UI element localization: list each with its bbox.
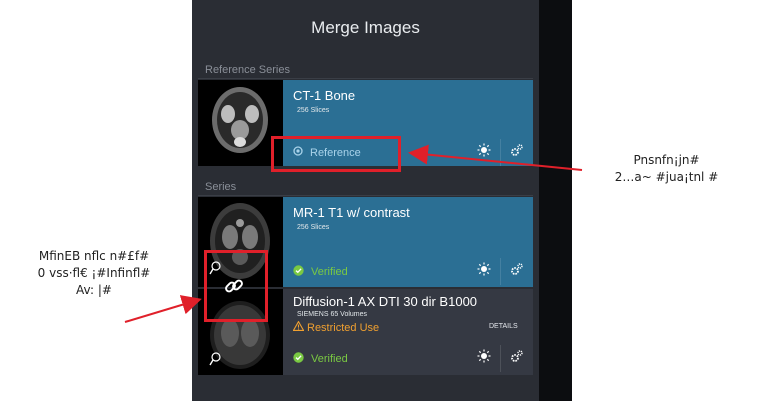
link-callout-arrow xyxy=(124,295,202,323)
right-annotation: Pnsnfn¡jn# 2…a~ #jua¡tnl # xyxy=(604,152,729,186)
annotation-line: 2…a~ #jua¡tnl # xyxy=(614,170,719,184)
reference-callout-arrow xyxy=(408,144,583,171)
annotation-line: Pnsnfn¡jn# xyxy=(633,153,700,167)
annotation-line: MfinEB nflc n#£f# xyxy=(38,249,150,263)
callout-arrows xyxy=(124,144,583,323)
annotation-line: Av: |# xyxy=(76,283,112,297)
left-annotation: MfinEB nflc n#£f# 0 vss·fl€ ¡#Infinfl# A… xyxy=(14,248,174,299)
annotation-line: 0 vss·fl€ ¡#Infinfl# xyxy=(37,266,151,280)
